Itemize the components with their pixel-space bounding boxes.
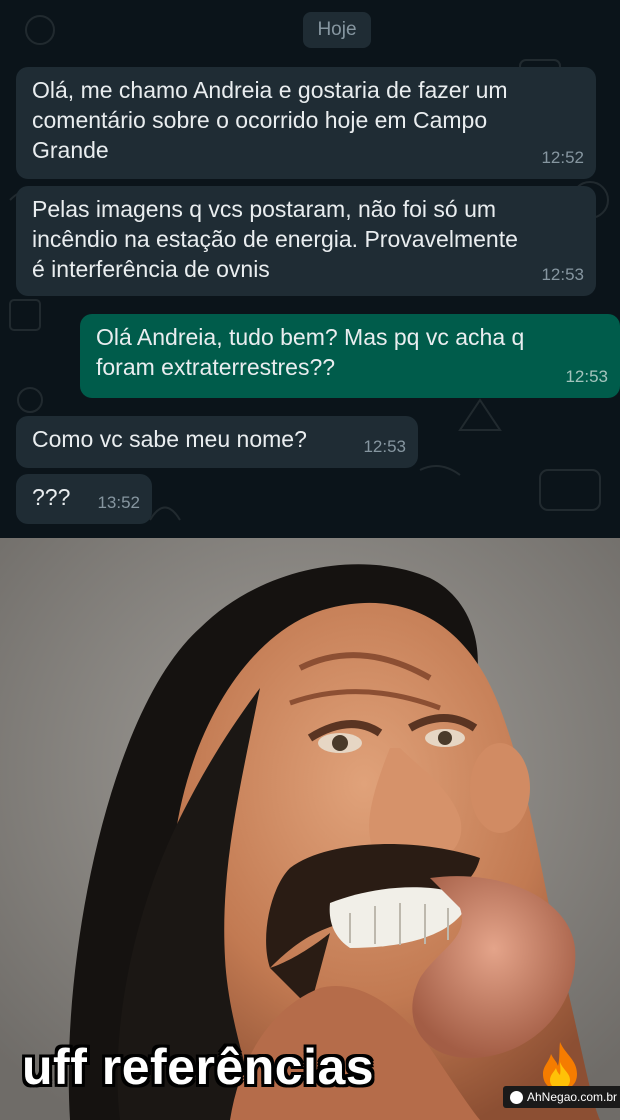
watermark-badge: AhNegao.com.br bbox=[503, 1086, 620, 1108]
meme-caption: uff referências bbox=[22, 1039, 375, 1095]
message-text: Olá, me chamo Andreia e gostaria de faze… bbox=[32, 77, 508, 163]
caricature-face-illustration bbox=[0, 538, 620, 1120]
fire-icon bbox=[543, 1042, 577, 1090]
message-bubble-incoming[interactable]: ??? 13:52 bbox=[16, 474, 152, 524]
message-time: 13:52 bbox=[97, 493, 140, 512]
message-bubble-incoming[interactable]: Pelas imagens q vcs postaram, não foi só… bbox=[16, 186, 596, 296]
message-time: 12:53 bbox=[565, 367, 608, 386]
message-bubble-outgoing[interactable]: Olá Andreia, tudo bem? Mas pq vc acha q … bbox=[80, 314, 620, 398]
message-time: 12:52 bbox=[541, 148, 584, 167]
message-text: Olá Andreia, tudo bem? Mas pq vc acha q … bbox=[96, 324, 525, 380]
chat-screenshot: Hoje Olá, me chamo Andreia e gostaria de… bbox=[0, 0, 620, 538]
date-chip: Hoje bbox=[303, 12, 371, 48]
message-text: Como vc sabe meu nome? bbox=[32, 426, 307, 452]
message-time: 12:53 bbox=[363, 437, 406, 456]
message-text: Pelas imagens q vcs postaram, não foi só… bbox=[32, 196, 518, 282]
site-logo-icon bbox=[510, 1090, 523, 1104]
message-bubble-incoming[interactable]: Olá, me chamo Andreia e gostaria de faze… bbox=[16, 67, 596, 179]
meme-image bbox=[0, 538, 620, 1120]
message-time: 12:53 bbox=[541, 265, 584, 284]
watermark-text: AhNegao.com.br bbox=[527, 1090, 618, 1104]
message-bubble-incoming[interactable]: Como vc sabe meu nome? 12:53 bbox=[16, 416, 418, 468]
